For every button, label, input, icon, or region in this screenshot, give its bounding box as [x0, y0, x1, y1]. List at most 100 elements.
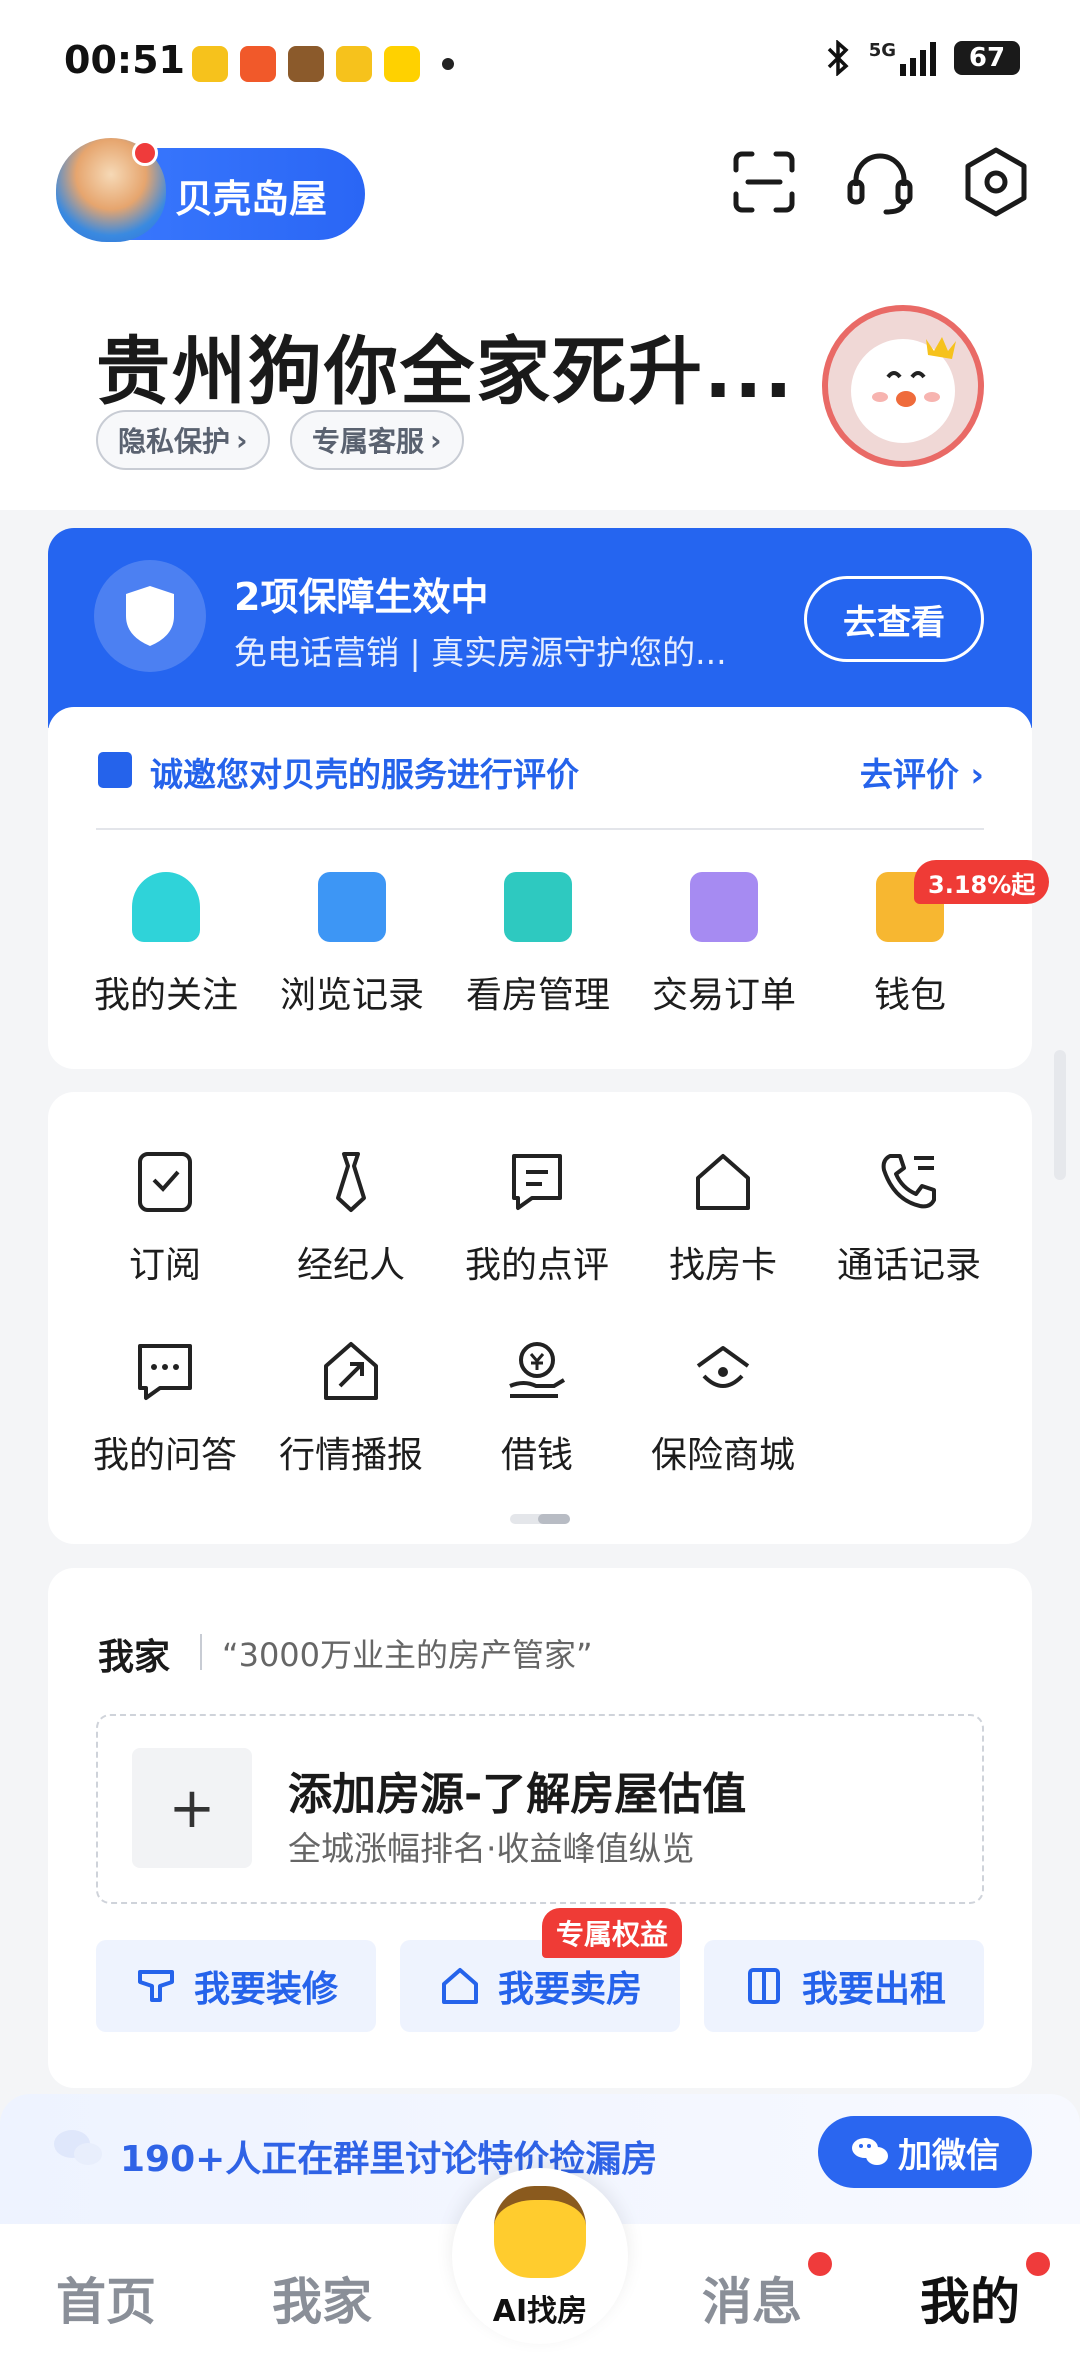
privacy-protection-label: 隐私保护	[118, 425, 231, 458]
yuan-hand-icon	[509, 1342, 566, 1398]
messages-badge-dot	[808, 2252, 832, 2276]
add-property-title[interactable]: 添加房源-了解房屋估值	[288, 1758, 746, 1822]
username[interactable]: 贵州狗你全家死升...	[96, 312, 794, 419]
service-my-follows[interactable]: 我的关注	[76, 872, 256, 1018]
tool-label: 保险商城	[650, 1435, 795, 1476]
exclusive-benefit-badge: 专属权益	[542, 1908, 683, 1958]
service-label: 我的关注	[93, 975, 238, 1016]
service-browse-history[interactable]: 浏览记录	[262, 872, 442, 1018]
house-icon	[441, 1968, 478, 2004]
settings-icon[interactable]	[958, 144, 1034, 220]
tool-label: 订阅	[128, 1245, 201, 1286]
tool-label: 我的点评	[464, 1245, 609, 1286]
evaluate-link[interactable]: 去评价 ›	[860, 748, 984, 796]
trend-house-icon	[324, 1342, 378, 1400]
network-type: 5G	[868, 40, 896, 61]
ai-mascot-icon	[494, 2186, 586, 2278]
heart-icon	[132, 872, 200, 942]
tool-call-history[interactable]: 通话记录	[816, 1146, 1002, 1288]
exclusive-service-chip[interactable]: 专属客服 ›	[290, 410, 464, 470]
door-icon	[747, 1968, 780, 2004]
tab-messages[interactable]: 消息	[702, 2262, 802, 2334]
customer-service-icon[interactable]	[842, 144, 918, 220]
service-viewing-management[interactable]: 看房管理	[448, 872, 628, 1018]
exclusive-service-label: 专属客服	[312, 425, 425, 458]
tool-market-report[interactable]: 行情播报	[258, 1336, 444, 1478]
ai-find-house-label[interactable]: AI找房	[452, 2286, 628, 2330]
tab-home[interactable]: 首页	[56, 2262, 156, 2334]
chevron-right-icon: ›	[236, 423, 248, 457]
logo-text: 贝壳岛屋	[175, 177, 328, 221]
service-label: 钱包	[873, 975, 946, 1016]
evaluate-link-label: 去评价	[859, 755, 959, 794]
edit-document-icon	[98, 752, 132, 788]
weibo-app-icon	[336, 46, 372, 82]
avatar[interactable]	[822, 305, 984, 467]
renovate-button[interactable]: 我要装修	[96, 1940, 376, 2032]
tool-agent[interactable]: 经纪人	[258, 1146, 444, 1288]
mine-badge-dot	[1026, 2252, 1050, 2276]
comment-icon	[512, 1154, 562, 1210]
wechat-banner-text[interactable]: 190+人正在群里讨论特价捡漏房	[120, 2130, 657, 2182]
chat-bubble-icon	[138, 1344, 192, 1400]
phone-list-icon	[881, 1154, 936, 1209]
plus-icon[interactable]: +	[132, 1748, 252, 1868]
grid-app-icon	[240, 46, 276, 82]
renovate-label: 我要装修	[193, 1969, 338, 2010]
tool-label: 通话记录	[836, 1245, 981, 1286]
add-wechat-button[interactable]: 加微信	[818, 2116, 1032, 2188]
house-icon	[696, 1154, 750, 1210]
tool-insurance-mall[interactable]: 保险商城	[630, 1336, 816, 1478]
game-app-icon	[288, 46, 324, 82]
tool-house-finder-card[interactable]: 找房卡	[630, 1146, 816, 1288]
tool-label: 行情播报	[278, 1435, 423, 1476]
wallet-rate-badge: 3.18%起	[914, 860, 1050, 904]
wechat-watermark-icon	[54, 2130, 102, 2165]
folder-icon	[504, 872, 572, 942]
view-protection-button[interactable]: 去查看	[804, 576, 984, 662]
shield-icon	[94, 560, 206, 672]
add-wechat-label: 加微信	[898, 2135, 1000, 2176]
tool-borrow-money[interactable]: 借钱	[444, 1336, 630, 1478]
battery-icon: 67	[954, 41, 1020, 75]
service-label: 浏览记录	[279, 975, 424, 1016]
tab-mine[interactable]: 我的	[920, 2262, 1020, 2334]
cartoon-face-icon	[851, 337, 956, 443]
sell-house-label: 我要卖房	[497, 1969, 642, 2010]
chevron-right-icon: ›	[430, 423, 442, 457]
tab-my-home[interactable]: 我家	[272, 2262, 372, 2334]
search-icon	[318, 872, 386, 942]
battery-level: 67	[968, 43, 1006, 73]
tool-label: 借钱	[500, 1435, 573, 1476]
insurance-roof-icon	[696, 1346, 750, 1388]
paint-roller-icon	[137, 1970, 174, 2002]
tool-my-reviews[interactable]: 我的点评	[444, 1146, 630, 1288]
clipboard-app-icon	[192, 46, 228, 82]
tool-my-qa[interactable]: 我的问答	[72, 1336, 258, 1478]
tie-icon	[336, 1152, 366, 1212]
scrollbar[interactable]	[1054, 1050, 1066, 1180]
scan-icon[interactable]	[726, 144, 802, 220]
page-indicator-active	[538, 1514, 570, 1524]
my-home-title: 我家	[98, 1637, 171, 1678]
logo-red-dot	[132, 140, 158, 166]
wechat-icon	[852, 2138, 888, 2165]
chevron-right-icon: ›	[970, 755, 984, 794]
checklist-icon	[690, 872, 758, 942]
tool-subscribe[interactable]: 订阅	[72, 1146, 258, 1288]
service-label: 看房管理	[465, 975, 610, 1016]
status-time: 00:51	[64, 38, 185, 82]
service-transaction-orders[interactable]: 交易订单	[634, 872, 814, 1018]
tool-label: 找房卡	[668, 1245, 777, 1286]
evaluation-invite-text[interactable]: 诚邀您对贝壳的服务进行评价	[150, 748, 579, 796]
add-property-subtitle: 全城涨幅排名·收益峰值纵览	[288, 1829, 695, 1868]
privacy-protection-chip[interactable]: 隐私保护 ›	[96, 410, 270, 470]
divider	[200, 1634, 202, 1670]
tool-label: 我的问答	[92, 1435, 237, 1476]
protection-subtitle: 免电话营销 | 真实房源守护您的...	[234, 633, 727, 672]
status-indicators: 5G 67	[825, 40, 1020, 76]
service-label: 交易订单	[651, 975, 796, 1016]
bluetooth-icon	[827, 40, 849, 76]
rent-out-button[interactable]: 我要出租	[704, 1940, 984, 2032]
divider	[96, 828, 984, 830]
